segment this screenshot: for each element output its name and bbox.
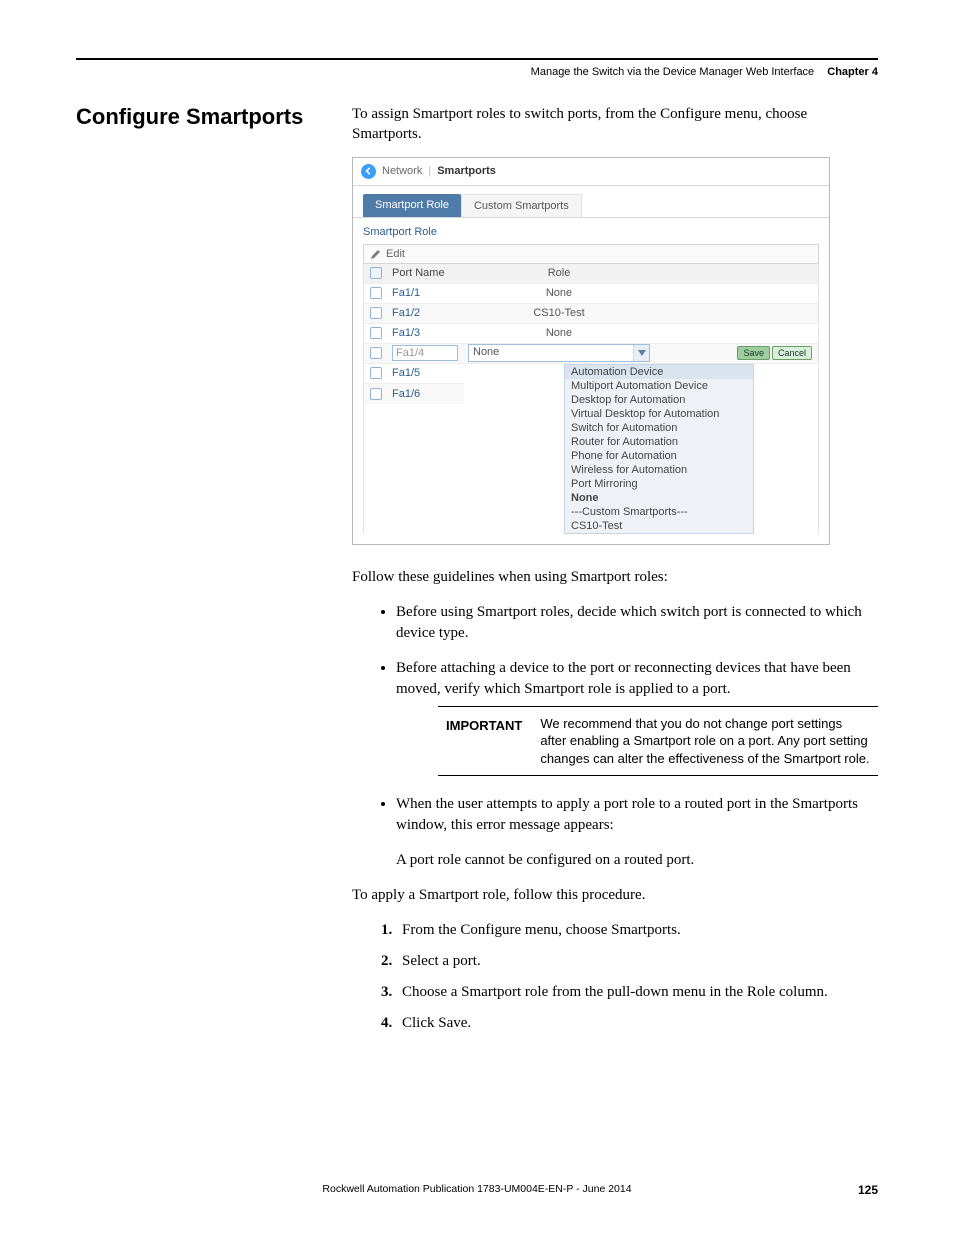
table-row[interactable]: Fa1/2 CS10-Test — [364, 304, 818, 324]
step-item: Click Save. — [396, 1013, 878, 1034]
panel-title: Smartport Role — [363, 226, 819, 238]
list-item: Before using Smartport roles, decide whi… — [396, 602, 878, 644]
dropdown-option[interactable]: Multiport Automation Device — [565, 379, 753, 393]
list-item: Before attaching a device to the port or… — [396, 658, 878, 777]
list-item-text: When the user attempts to apply a port r… — [396, 796, 858, 833]
portname-input[interactable] — [392, 345, 458, 361]
table-row[interactable]: Fa1/5 — [364, 364, 464, 384]
dropdown-option[interactable]: Switch for Automation — [565, 421, 753, 435]
row-checkbox[interactable] — [370, 388, 382, 400]
procedure-steps: From the Configure menu, choose Smartpor… — [352, 920, 878, 1034]
dropdown-option[interactable]: ---Custom Smartports--- — [565, 505, 753, 519]
row-checkbox[interactable] — [370, 287, 382, 299]
pencil-icon — [370, 248, 382, 260]
dropdown-option[interactable]: Automation Device — [565, 365, 753, 379]
error-message-text: A port role cannot be configured on a ro… — [396, 850, 878, 871]
list-item-text: Before attaching a device to the port or… — [396, 660, 851, 697]
row-checkbox[interactable] — [370, 327, 382, 339]
dropdown-option[interactable]: CS10-Test — [565, 519, 753, 533]
guideline-list: Before using Smartport roles, decide whi… — [352, 602, 878, 872]
smartport-panel: Smartport Role Edit Port Name Role — [353, 217, 829, 544]
important-text: We recommend that you do not change port… — [540, 715, 870, 768]
table-row-editing[interactable]: None SaveCancel — [364, 344, 818, 364]
role-dropdown[interactable]: None — [468, 344, 650, 362]
dropdown-option[interactable]: None — [565, 491, 753, 505]
header-rule — [76, 58, 878, 60]
save-button[interactable]: Save — [737, 346, 770, 360]
guidelines-intro: Follow these guidelines when using Smart… — [352, 567, 878, 588]
dropdown-option[interactable]: Virtual Desktop for Automation — [565, 407, 753, 421]
port-name: Fa1/1 — [388, 287, 464, 299]
row-checkbox[interactable] — [370, 307, 382, 319]
table-row[interactable]: Fa1/3 None — [364, 324, 818, 344]
running-header: Manage the Switch via the Device Manager… — [76, 66, 878, 78]
grid-header: Port Name Role — [364, 264, 818, 284]
col-portname: Port Name — [388, 267, 464, 279]
list-item: When the user attempts to apply a port r… — [396, 794, 878, 871]
dropdown-option[interactable]: Phone for Automation — [565, 449, 753, 463]
table-row[interactable]: Fa1/1 None — [364, 284, 818, 304]
cancel-button[interactable]: Cancel — [772, 346, 812, 360]
role-dropdown-list[interactable]: Automation Device Multiport Automation D… — [564, 364, 754, 534]
step-item: Choose a Smartport role from the pull-do… — [396, 982, 878, 1003]
important-callout: IMPORTANT We recommend that you do not c… — [438, 706, 878, 777]
table-row[interactable]: Fa1/6 — [364, 384, 464, 404]
dropdown-option[interactable]: Router for Automation — [565, 435, 753, 449]
dropdown-option[interactable]: Desktop for Automation — [565, 393, 753, 407]
running-title: Manage the Switch via the Device Manager… — [531, 66, 815, 78]
row-checkbox[interactable] — [370, 347, 382, 359]
edit-toolbar[interactable]: Edit — [363, 244, 819, 264]
row-checkbox[interactable] — [370, 367, 382, 379]
crumb-sep: | — [428, 165, 431, 177]
step-item: From the Configure menu, choose Smartpor… — [396, 920, 878, 941]
tab-bar: Smartport Role Custom Smartports — [353, 186, 829, 217]
dropdown-option[interactable]: Port Mirroring — [565, 477, 753, 491]
section-title: Configure Smartports — [76, 104, 326, 130]
port-name: Fa1/2 — [388, 307, 464, 319]
dropdown-option[interactable]: Wireless for Automation — [565, 463, 753, 477]
col-role: Role — [464, 267, 654, 279]
intro-paragraph: To assign Smartport roles to switch port… — [352, 104, 878, 145]
tab-custom-smartports[interactable]: Custom Smartports — [461, 194, 582, 217]
smartports-screenshot: Network | Smartports Smartport Role Cust… — [352, 157, 830, 545]
crumb-smartports: Smartports — [437, 165, 496, 177]
footer-publication: Rockwell Automation Publication 1783-UM0… — [76, 1183, 878, 1195]
apply-intro: To apply a Smartport role, follow this p… — [352, 885, 878, 906]
crumb-network[interactable]: Network — [382, 165, 422, 177]
select-all-checkbox[interactable] — [370, 267, 382, 279]
port-role: None — [464, 287, 654, 299]
chapter-label: Chapter 4 — [827, 66, 878, 78]
chevron-down-icon[interactable] — [633, 345, 649, 361]
back-icon[interactable] — [361, 164, 376, 179]
page-footer: Rockwell Automation Publication 1783-UM0… — [76, 1183, 878, 1197]
port-name: Fa1/6 — [388, 388, 464, 400]
important-label: IMPORTANT — [446, 715, 522, 768]
breadcrumb: Network | Smartports — [353, 158, 829, 186]
port-grid: Port Name Role Fa1/1 None Fa1/2 CS10-Tes… — [363, 264, 819, 534]
tab-smartport-role[interactable]: Smartport Role — [363, 194, 461, 217]
edit-label: Edit — [386, 248, 405, 260]
port-role: CS10-Test — [464, 307, 654, 319]
port-name: Fa1/3 — [388, 327, 464, 339]
step-item: Select a port. — [396, 951, 878, 972]
role-selected: None — [469, 345, 633, 361]
port-role: None — [464, 327, 654, 339]
port-name: Fa1/5 — [388, 367, 464, 379]
